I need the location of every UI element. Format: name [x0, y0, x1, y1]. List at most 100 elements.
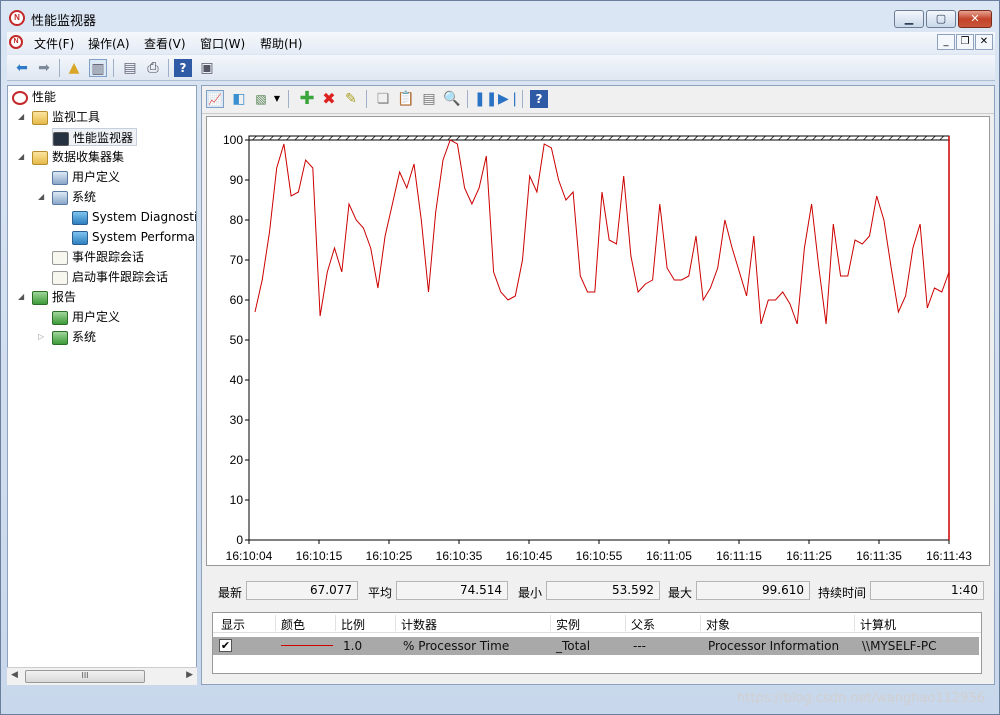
tree-item-startup-trace[interactable]: 启动事件跟踪会话 — [52, 268, 168, 286]
maximize-button[interactable]: ▢ — [926, 10, 956, 28]
col-object[interactable]: 对象 — [706, 616, 730, 633]
menu-file[interactable]: 文件(F) — [34, 35, 74, 52]
col-counter[interactable]: 计数器 — [401, 616, 437, 633]
scroll-left-icon[interactable]: ◀ — [11, 670, 18, 680]
child-minimize-button[interactable]: _ — [937, 34, 955, 50]
collapse-arrow-icon[interactable]: ◢ — [18, 292, 24, 301]
back-arrow-icon[interactable]: ⬅ — [13, 59, 31, 77]
help-icon[interactable]: ? — [530, 90, 548, 108]
tree-item-perf-monitor[interactable]: 性能监视器 — [52, 128, 138, 146]
child-close-button[interactable]: ✕ — [975, 34, 993, 50]
scroll-thumb[interactable]: III — [25, 670, 145, 683]
y-tick-label: 90 — [230, 173, 244, 187]
row-scale: 1.0 — [343, 639, 363, 653]
series-line — [254, 139, 950, 325]
row-parent: --- — [633, 639, 646, 653]
tree-horizontal-scrollbar[interactable]: ◀ III ▶ — [7, 667, 197, 685]
x-tick-label: 16:11:25 — [786, 549, 832, 563]
menu-help[interactable]: 帮助(H) — [260, 35, 302, 52]
tree-item-performance[interactable]: 性能 — [12, 88, 56, 106]
report-icon — [52, 330, 68, 345]
graph-type-dropdown-icon[interactable]: ▼ — [272, 90, 282, 108]
watermark-text: https://blog.csdn.net/wanghao112956 — [737, 691, 985, 706]
navigation-tree: 性能 ◢ 监视工具 性能监视器 ◢ 数据收集器集 用户定义 ◢ 系统 Syste… — [7, 85, 197, 685]
print-icon[interactable]: ⎙ — [144, 59, 162, 77]
up-folder-icon[interactable]: ▲ — [65, 59, 83, 77]
system-folder-icon — [52, 190, 68, 205]
performance-icon — [12, 90, 28, 105]
menu-view[interactable]: 查看(V) — [144, 35, 186, 52]
child-restore-button[interactable]: ❐ — [956, 34, 974, 50]
perfmon-pane: 📈 ◧ ▧ ▼ ✚ ✖ ✎ ❏ 📋 ▤ 🔍 ❚❚ ▶❘ ? 0 10 20 30… — [201, 85, 995, 685]
menu-window[interactable]: 窗口(W) — [200, 35, 245, 52]
mmc-window-icon[interactable]: ▣ — [198, 59, 216, 77]
tree-item-system[interactable]: 系统 — [52, 188, 96, 206]
copy-properties-icon[interactable]: ❏ — [374, 90, 392, 108]
line-chart-svg: 0 10 20 30 40 50 60 70 80 90 100 16:10:04 16:10:15 16… — [223, 133, 972, 563]
x-tick-label: 16:11:15 — [716, 549, 762, 563]
tree-item-event-trace[interactable]: 事件跟踪会话 — [52, 248, 144, 266]
legend-row[interactable]: ✔ 1.0 % Processor Time _Total --- Proces… — [213, 637, 979, 655]
scroll-right-icon[interactable]: ▶ — [186, 670, 193, 680]
highlight-icon[interactable]: ✎ — [342, 90, 360, 108]
average-label: 平均 — [368, 586, 393, 600]
tree-item-collector-sets[interactable]: 数据收集器集 — [32, 148, 124, 166]
maximum-value: 99.610 — [696, 581, 810, 600]
app-window: N 性能监视器 ▁ ▢ ✕ N 文件(F) 操作(A) 查看(V) 窗口(W) … — [0, 0, 1000, 715]
x-tick-label: 16:10:45 — [506, 549, 553, 563]
folder-icon — [32, 110, 48, 125]
view-current-activity-icon[interactable]: ◧ — [230, 90, 248, 108]
tree-item-reports-user[interactable]: 用户定义 — [52, 308, 120, 326]
x-tick-label: 16:10:25 — [366, 549, 413, 563]
tree-item-reports-system[interactable]: 系统 — [52, 328, 96, 346]
minimize-button[interactable]: ▁ — [894, 10, 924, 28]
y-tick-label: 80 — [230, 213, 244, 227]
x-tick-label: 16:10:55 — [576, 549, 623, 563]
y-tick-label: 50 — [230, 333, 244, 347]
forward-arrow-icon[interactable]: ➡ — [35, 59, 53, 77]
col-computer[interactable]: 计算机 — [860, 616, 896, 633]
freeze-display-icon[interactable]: ❚❚ — [474, 90, 497, 108]
expand-arrow-icon[interactable]: ▷ — [38, 332, 44, 341]
row-instance: _Total — [556, 639, 591, 653]
statistics-bar: 最新 67.077 平均 74.514 最小 53.592 最大 99.610 … — [202, 580, 994, 602]
show-hide-tree-icon[interactable]: ▥ — [89, 59, 107, 77]
add-counter-icon[interactable]: ✚ — [298, 90, 316, 108]
tree-item-system-performance[interactable]: System Performance — [72, 228, 196, 246]
x-tick-label: 16:11:05 — [646, 549, 692, 563]
system-menu-icon[interactable]: N — [9, 35, 23, 49]
y-tick-label: 60 — [230, 293, 244, 307]
view-graph-icon[interactable]: 📈 — [206, 90, 224, 108]
help-icon[interactable]: ? — [174, 59, 192, 77]
paste-counter-list-icon[interactable]: 📋 — [397, 90, 415, 108]
delete-counter-icon[interactable]: ✖ — [320, 90, 338, 108]
properties-icon[interactable]: ▤ — [420, 90, 438, 108]
collapse-arrow-icon[interactable]: ◢ — [18, 152, 24, 161]
collector-set-icon — [72, 210, 88, 225]
col-color[interactable]: 颜色 — [281, 616, 305, 633]
update-data-icon[interactable]: ▶❘ — [498, 90, 521, 108]
col-scale[interactable]: 比例 — [341, 616, 365, 633]
zoom-icon[interactable]: 🔍 — [443, 90, 461, 108]
y-tick-label: 0 — [236, 533, 243, 547]
change-graph-type-icon[interactable]: ▧ — [252, 90, 270, 108]
close-button[interactable]: ✕ — [958, 10, 992, 28]
tree-item-reports[interactable]: 报告 — [32, 288, 76, 306]
x-tick-label: 16:11:43 — [926, 549, 972, 563]
trace-session-icon — [52, 270, 68, 285]
maximum-label: 最大 — [668, 586, 693, 600]
collapse-arrow-icon[interactable]: ◢ — [38, 192, 44, 201]
col-parent[interactable]: 父系 — [631, 616, 655, 633]
menu-action[interactable]: 操作(A) — [88, 35, 130, 52]
main-toolbar: ⬅ ➡ ▲ ▥ ▤ ⎙ ? ▣ — [7, 55, 995, 81]
y-tick-label: 100 — [223, 133, 243, 147]
tree-item-monitor-tools[interactable]: 监视工具 — [32, 108, 100, 126]
collapse-arrow-icon[interactable]: ◢ — [18, 112, 24, 121]
menu-bar: N 文件(F) 操作(A) 查看(V) 窗口(W) 帮助(H) _ ❐ ✕ — [7, 32, 995, 54]
show-checkbox[interactable]: ✔ — [219, 639, 232, 652]
properties-icon[interactable]: ▤ — [121, 59, 139, 77]
col-show[interactable]: 显示 — [221, 616, 245, 633]
tree-item-system-diagnostics[interactable]: System Diagnostics — [72, 208, 196, 226]
tree-item-user-defined[interactable]: 用户定义 — [52, 168, 120, 186]
col-instance[interactable]: 实例 — [556, 616, 580, 633]
